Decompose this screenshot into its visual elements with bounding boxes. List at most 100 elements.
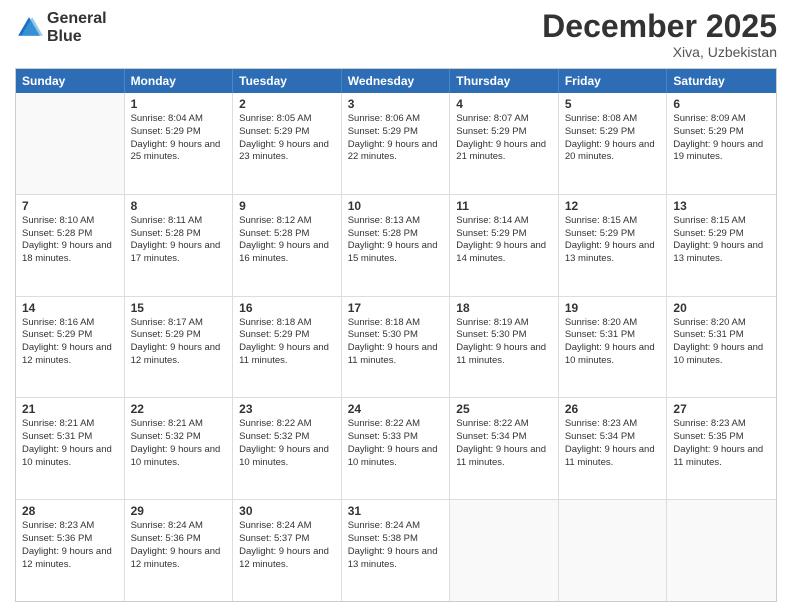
logo-icon <box>15 14 43 42</box>
calendar-cell: 27 Sunrise: 8:23 AM Sunset: 5:35 PM Dayli… <box>667 398 776 499</box>
day-info: Sunrise: 8:24 AM Sunset: 5:37 PM Dayligh… <box>239 520 335 571</box>
day-info: Sunrise: 8:22 AM Sunset: 5:34 PM Dayligh… <box>456 418 552 469</box>
calendar-cell: 20 Sunrise: 8:20 AM Sunset: 5:31 PM Dayli… <box>667 297 776 398</box>
calendar-cell: 22 Sunrise: 8:21 AM Sunset: 5:32 PM Dayli… <box>125 398 234 499</box>
day-number: 20 <box>673 301 770 315</box>
calendar-cell: 1 Sunrise: 8:04 AM Sunset: 5:29 PM Daylig… <box>125 93 234 194</box>
day-info: Sunrise: 8:18 AM Sunset: 5:30 PM Dayligh… <box>348 317 444 368</box>
day-info: Sunrise: 8:09 AM Sunset: 5:29 PM Dayligh… <box>673 113 770 164</box>
day-number: 8 <box>131 199 227 213</box>
calendar-cell: 24 Sunrise: 8:22 AM Sunset: 5:33 PM Dayli… <box>342 398 451 499</box>
month-title: December 2025 <box>542 10 777 42</box>
calendar-header-cell: Monday <box>125 69 234 93</box>
day-info: Sunrise: 8:19 AM Sunset: 5:30 PM Dayligh… <box>456 317 552 368</box>
day-info: Sunrise: 8:15 AM Sunset: 5:29 PM Dayligh… <box>673 215 770 266</box>
calendar-cell: 31Sunrise: 8:24 AM Sunset: 5:38 PM Dayli… <box>342 500 451 601</box>
day-number: 26 <box>565 402 661 416</box>
day-number: 19 <box>565 301 661 315</box>
day-number: 7 <box>22 199 118 213</box>
day-number: 29 <box>131 504 227 518</box>
day-number: 14 <box>22 301 118 315</box>
calendar-cell: 12 Sunrise: 8:15 AM Sunset: 5:29 PM Dayli… <box>559 195 668 296</box>
day-number: 12 <box>565 199 661 213</box>
day-number: 15 <box>131 301 227 315</box>
day-number: 6 <box>673 97 770 111</box>
day-info: Sunrise: 8:04 AM Sunset: 5:29 PM Dayligh… <box>131 113 227 164</box>
title-block: December 2025 Xiva, Uzbekistan <box>542 10 777 60</box>
day-number: 22 <box>131 402 227 416</box>
day-info: Sunrise: 8:21 AM Sunset: 5:31 PM Dayligh… <box>22 418 118 469</box>
header: General Blue December 2025 Xiva, Uzbekis… <box>15 10 777 60</box>
calendar-cell: 29 Sunrise: 8:24 AM Sunset: 5:36 PM Dayli… <box>125 500 234 601</box>
day-info: Sunrise: 8:14 AM Sunset: 5:29 PM Dayligh… <box>456 215 552 266</box>
calendar-row: 28Sunrise: 8:23 AM Sunset: 5:36 PM Dayli… <box>16 499 776 601</box>
day-info: Sunrise: 8:15 AM Sunset: 5:29 PM Dayligh… <box>565 215 661 266</box>
calendar-cell: 13 Sunrise: 8:15 AM Sunset: 5:29 PM Dayli… <box>667 195 776 296</box>
location: Xiva, Uzbekistan <box>542 44 777 60</box>
calendar-cell: 18 Sunrise: 8:19 AM Sunset: 5:30 PM Dayli… <box>450 297 559 398</box>
calendar-cell: 9 Sunrise: 8:12 AM Sunset: 5:28 PM Daylig… <box>233 195 342 296</box>
calendar-row: 1 Sunrise: 8:04 AM Sunset: 5:29 PM Daylig… <box>16 93 776 194</box>
calendar-cell: 4 Sunrise: 8:07 AM Sunset: 5:29 PM Daylig… <box>450 93 559 194</box>
day-info: Sunrise: 8:21 AM Sunset: 5:32 PM Dayligh… <box>131 418 227 469</box>
day-info: Sunrise: 8:22 AM Sunset: 5:32 PM Dayligh… <box>239 418 335 469</box>
day-number: 17 <box>348 301 444 315</box>
calendar-header-cell: Wednesday <box>342 69 451 93</box>
day-number: 13 <box>673 199 770 213</box>
day-number: 27 <box>673 402 770 416</box>
day-info: Sunrise: 8:10 AM Sunset: 5:28 PM Dayligh… <box>22 215 118 266</box>
day-number: 31 <box>348 504 444 518</box>
day-number: 28 <box>22 504 118 518</box>
calendar-cell: 8 Sunrise: 8:11 AM Sunset: 5:28 PM Daylig… <box>125 195 234 296</box>
calendar-cell: 14 Sunrise: 8:16 AM Sunset: 5:29 PM Dayli… <box>16 297 125 398</box>
calendar-cell <box>559 500 668 601</box>
calendar-cell: 5Sunrise: 8:08 AM Sunset: 5:29 PM Daylig… <box>559 93 668 194</box>
day-number: 1 <box>131 97 227 111</box>
calendar-cell: 25 Sunrise: 8:22 AM Sunset: 5:34 PM Dayli… <box>450 398 559 499</box>
day-info: Sunrise: 8:13 AM Sunset: 5:28 PM Dayligh… <box>348 215 444 266</box>
calendar-cell: 3Sunrise: 8:06 AM Sunset: 5:29 PM Daylig… <box>342 93 451 194</box>
calendar-cell <box>16 93 125 194</box>
calendar-cell <box>667 500 776 601</box>
calendar-header-cell: Saturday <box>667 69 776 93</box>
calendar-header-cell: Tuesday <box>233 69 342 93</box>
calendar-cell: 11 Sunrise: 8:14 AM Sunset: 5:29 PM Dayli… <box>450 195 559 296</box>
day-number: 10 <box>348 199 444 213</box>
day-number: 11 <box>456 199 552 213</box>
day-number: 25 <box>456 402 552 416</box>
day-info: Sunrise: 8:23 AM Sunset: 5:34 PM Dayligh… <box>565 418 661 469</box>
calendar-cell: 28Sunrise: 8:23 AM Sunset: 5:36 PM Dayli… <box>16 500 125 601</box>
calendar-cell: 19Sunrise: 8:20 AM Sunset: 5:31 PM Dayli… <box>559 297 668 398</box>
day-info: Sunrise: 8:23 AM Sunset: 5:35 PM Dayligh… <box>673 418 770 469</box>
day-info: Sunrise: 8:20 AM Sunset: 5:31 PM Dayligh… <box>673 317 770 368</box>
day-info: Sunrise: 8:24 AM Sunset: 5:36 PM Dayligh… <box>131 520 227 571</box>
day-info: Sunrise: 8:08 AM Sunset: 5:29 PM Dayligh… <box>565 113 661 164</box>
calendar-header-cell: Sunday <box>16 69 125 93</box>
day-info: Sunrise: 8:22 AM Sunset: 5:33 PM Dayligh… <box>348 418 444 469</box>
calendar-row: 7 Sunrise: 8:10 AM Sunset: 5:28 PM Daylig… <box>16 194 776 296</box>
day-number: 21 <box>22 402 118 416</box>
logo: General Blue <box>15 10 107 45</box>
day-info: Sunrise: 8:16 AM Sunset: 5:29 PM Dayligh… <box>22 317 118 368</box>
day-number: 3 <box>348 97 444 111</box>
day-info: Sunrise: 8:12 AM Sunset: 5:28 PM Dayligh… <box>239 215 335 266</box>
day-number: 4 <box>456 97 552 111</box>
calendar-header-cell: Friday <box>559 69 668 93</box>
calendar-cell: 7 Sunrise: 8:10 AM Sunset: 5:28 PM Daylig… <box>16 195 125 296</box>
calendar-cell: 26 Sunrise: 8:23 AM Sunset: 5:34 PM Dayli… <box>559 398 668 499</box>
day-info: Sunrise: 8:07 AM Sunset: 5:29 PM Dayligh… <box>456 113 552 164</box>
calendar-cell <box>450 500 559 601</box>
day-number: 18 <box>456 301 552 315</box>
calendar-cell: 10 Sunrise: 8:13 AM Sunset: 5:28 PM Dayli… <box>342 195 451 296</box>
day-info: Sunrise: 8:18 AM Sunset: 5:29 PM Dayligh… <box>239 317 335 368</box>
calendar-cell: 30Sunrise: 8:24 AM Sunset: 5:37 PM Dayli… <box>233 500 342 601</box>
day-number: 24 <box>348 402 444 416</box>
day-number: 16 <box>239 301 335 315</box>
page: General Blue December 2025 Xiva, Uzbekis… <box>0 0 792 612</box>
logo-text: General Blue <box>47 10 107 45</box>
day-number: 23 <box>239 402 335 416</box>
calendar-cell: 23 Sunrise: 8:22 AM Sunset: 5:32 PM Dayli… <box>233 398 342 499</box>
day-number: 9 <box>239 199 335 213</box>
calendar-cell: 17 Sunrise: 8:18 AM Sunset: 5:30 PM Dayli… <box>342 297 451 398</box>
day-info: Sunrise: 8:11 AM Sunset: 5:28 PM Dayligh… <box>131 215 227 266</box>
